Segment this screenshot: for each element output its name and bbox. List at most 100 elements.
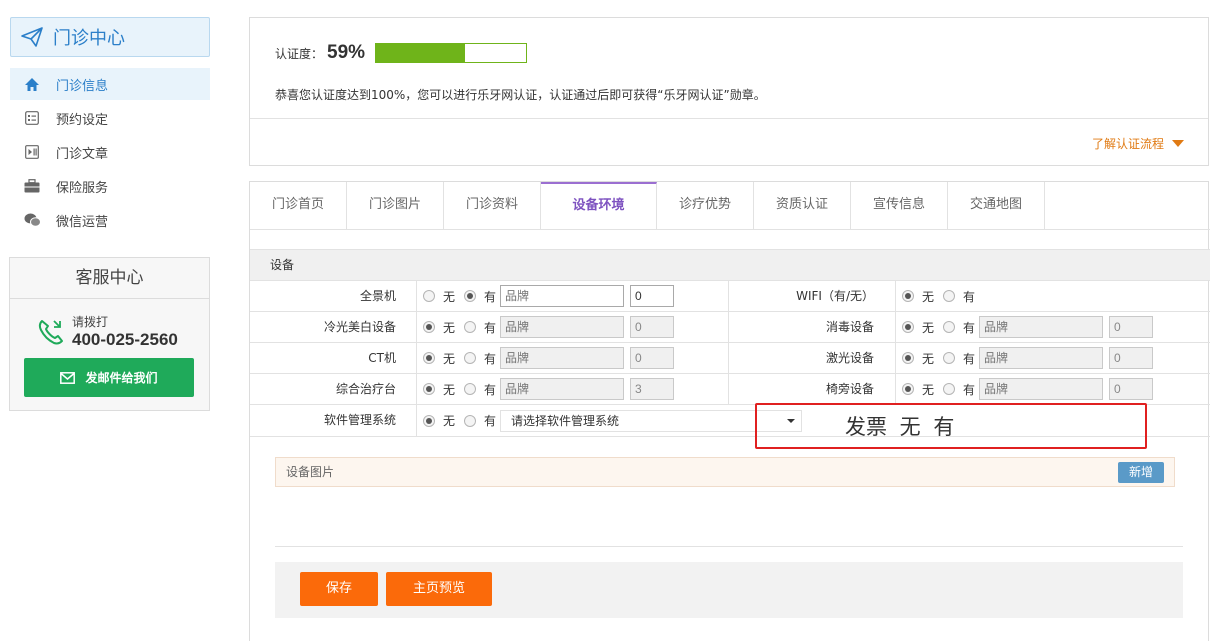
brand-input[interactable] (500, 316, 625, 338)
brand-input[interactable] (500, 285, 625, 307)
tab-equipment[interactable]: 设备环境 (541, 182, 657, 229)
radio-no[interactable] (423, 352, 435, 364)
no-label: 无 (443, 320, 456, 335)
equipment-row: 冷光美白设备 无 有 消毒设备 无 有 (250, 312, 1210, 343)
tab-qualification[interactable]: 资质认证 (754, 182, 851, 229)
sidebar-item-label: 保险服务 (56, 180, 109, 196)
center-title[interactable]: 门诊中心 (10, 17, 210, 57)
briefcase-icon (22, 178, 42, 194)
yes-label: 有 (963, 320, 976, 335)
certification-progress-bar (375, 43, 528, 63)
divider (416, 312, 417, 342)
equipment-row: CT机 无 有 激光设备 无 有 (250, 343, 1210, 374)
quantity-input[interactable] (630, 347, 675, 369)
divider (250, 118, 1208, 119)
sidebar-item-wechat[interactable]: 微信运营 (10, 204, 210, 236)
equipment-options: 无 有 (423, 312, 675, 342)
article-icon (22, 144, 42, 160)
sidebar-item-appointment[interactable]: 预约设定 (10, 102, 210, 134)
no-label: 无 (443, 414, 456, 428)
radio-yes[interactable] (464, 383, 477, 395)
radio-no[interactable] (423, 383, 435, 395)
equipment-label: 消毒设备 (825, 320, 874, 334)
sidebar-item-articles[interactable]: 门诊文章 (10, 136, 210, 168)
preview-homepage-button[interactable]: 主页预览 (386, 572, 492, 606)
divider (416, 343, 417, 373)
radio-yes[interactable] (943, 352, 956, 364)
equipment-label: 全景机 (359, 289, 396, 303)
brand-input[interactable] (979, 316, 1104, 338)
add-picture-button[interactable]: 新增 (1118, 462, 1164, 483)
customer-service-title: 客服中心 (10, 258, 209, 299)
quantity-input[interactable] (630, 316, 675, 338)
phone-number: 400-025-2560 (72, 330, 178, 349)
tab-materials[interactable]: 门诊资料 (444, 182, 541, 229)
appointment-icon (22, 110, 42, 126)
customer-service-panel: 客服中心 请拨打 400-025-2560 发邮件给我们 (9, 257, 210, 411)
quantity-input[interactable] (1109, 316, 1154, 338)
sidebar-item-clinic-info[interactable]: 门诊信息 (10, 68, 210, 100)
sidebar-item-insurance[interactable]: 保险服务 (10, 170, 210, 202)
yes-label: 有 (484, 414, 497, 428)
brand-input[interactable] (500, 378, 625, 400)
learn-certification-label: 了解认证流程 (1091, 137, 1164, 151)
tab-home[interactable]: 门诊首页 (250, 182, 347, 229)
learn-certification-link[interactable]: 了解认证流程 (1092, 135, 1184, 152)
device-pictures-label: 设备图片 (286, 465, 335, 479)
radio-no[interactable] (423, 414, 435, 427)
quantity-input[interactable] (630, 285, 675, 307)
tab-divider (250, 229, 1210, 230)
section-title: 设备 (250, 249, 1210, 281)
radio-no[interactable] (423, 321, 435, 333)
annotation-text: 发票 无 有 (845, 415, 955, 439)
radio-no[interactable] (902, 290, 914, 302)
radio-yes[interactable] (943, 290, 956, 302)
brand-input[interactable] (979, 347, 1104, 369)
divider (416, 281, 417, 311)
sidebar-item-label: 预约设定 (56, 112, 109, 128)
radio-yes[interactable] (464, 321, 477, 333)
email-us-label: 发邮件给我们 (85, 371, 158, 385)
tab-map[interactable]: 交通地图 (948, 182, 1045, 229)
radio-yes[interactable] (464, 414, 477, 427)
certification-progress-fill (376, 44, 465, 62)
quantity-input[interactable] (1109, 378, 1154, 400)
tab-pictures[interactable]: 门诊图片 (347, 182, 444, 229)
radio-yes[interactable] (943, 383, 956, 395)
radio-no[interactable] (902, 321, 914, 333)
equipment-options: 无 有 (423, 374, 675, 404)
sidebar-item-label: 门诊文章 (56, 146, 109, 162)
no-label: 无 (443, 351, 456, 366)
equipment-label: 激光设备 (825, 351, 874, 365)
equipment-options: 无 有 (423, 281, 675, 311)
radio-yes[interactable] (464, 352, 477, 364)
brand-input[interactable] (500, 347, 625, 369)
quantity-input[interactable] (1109, 347, 1154, 369)
radio-no[interactable] (902, 352, 914, 364)
annotation-box: 发票 无 有 (755, 403, 1147, 449)
equipment-options: 无 有 (902, 374, 1154, 404)
brand-input[interactable] (979, 378, 1104, 400)
divider (895, 281, 896, 311)
phone-icon (38, 319, 63, 344)
tab-promotion[interactable]: 宣传信息 (851, 182, 948, 229)
call-info: 请拨打 400-025-2560 (36, 313, 178, 350)
yes-label: 有 (963, 351, 976, 366)
quantity-input[interactable] (630, 378, 675, 400)
tab-advantages[interactable]: 诊疗优势 (657, 182, 754, 229)
email-us-button[interactable]: 发邮件给我们 (24, 358, 194, 397)
radio-no[interactable] (423, 290, 435, 302)
divider (275, 546, 1183, 547)
divider (895, 312, 896, 342)
radio-no[interactable] (902, 383, 914, 395)
triangle-down-icon (1172, 140, 1184, 147)
certification-message: 恭喜您认证度达到100%，您可以进行乐牙网认证，认证通过后即可获得“乐牙网认证”… (275, 88, 766, 102)
radio-yes[interactable] (943, 321, 956, 333)
no-label: 无 (922, 289, 935, 304)
radio-yes[interactable] (464, 290, 477, 302)
equipment-label: CT机 (368, 351, 396, 365)
paper-plane-icon (21, 27, 43, 47)
save-button[interactable]: 保存 (300, 572, 378, 606)
equipment-options: 无 有 (902, 343, 1154, 373)
yes-label: 有 (963, 289, 976, 304)
